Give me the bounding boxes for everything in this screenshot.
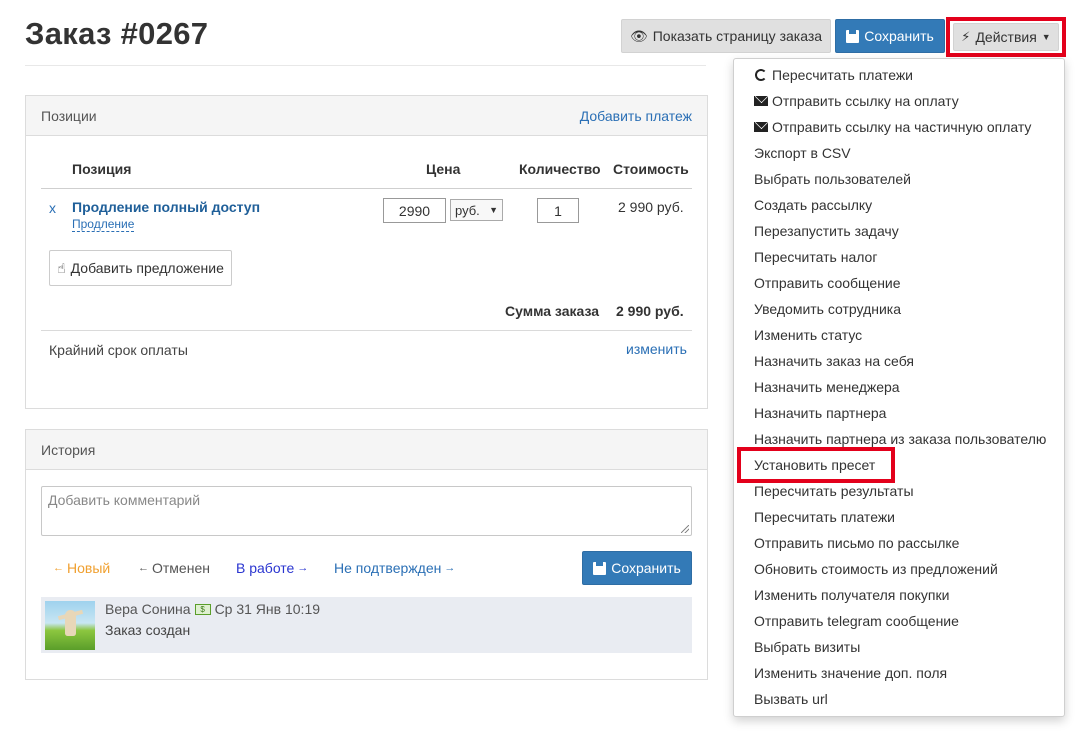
comment-textarea[interactable]: Добавить комментарий (41, 486, 692, 536)
menu-item-assign-to-self[interactable]: Назначить заказ на себя (734, 348, 1064, 374)
arrow-left-icon: ← (53, 562, 64, 574)
resize-grip-icon (681, 525, 689, 533)
column-cost: Стоимость (613, 161, 689, 177)
menu-item-recalculate-payments[interactable]: Пересчитать платежи (734, 62, 1064, 88)
position-sub-link[interactable]: Продление (72, 218, 135, 232)
floppy-icon (846, 29, 860, 43)
menu-item-change-extra-field[interactable]: Изменить значение доп. поля (734, 660, 1064, 686)
actions-dropdown-menu: Пересчитать платежи Отправить ссылку на … (733, 58, 1065, 717)
position-name-link[interactable]: Продление полный доступ (72, 199, 260, 215)
menu-item-recalculate-tax[interactable]: Пересчитать налог (734, 244, 1064, 270)
set-preset-highlight (737, 447, 895, 483)
add-payment-link[interactable]: Добавить платеж (580, 108, 692, 124)
add-offer-button[interactable]: ☝︎ Добавить предложение (49, 250, 232, 286)
avatar (45, 601, 95, 650)
menu-item-restart-task[interactable]: Перезапустить задачу (734, 218, 1064, 244)
order-total-value: 2 990 руб. (616, 303, 684, 319)
payment-deadline-label: Крайний срок оплаты (49, 342, 188, 358)
remove-position-button[interactable]: x (49, 200, 56, 216)
menu-item-assign-partner[interactable]: Назначить партнера (734, 400, 1064, 426)
hand-pointer-icon: ☝︎ (57, 259, 66, 276)
save-button-top[interactable]: Сохранить (835, 19, 945, 53)
history-author: Вера Сонина (105, 601, 191, 617)
menu-item-send-mailing-letter[interactable]: Отправить письмо по рассылке (734, 530, 1064, 556)
table-header-divider (41, 188, 692, 189)
title-divider (25, 65, 706, 66)
menu-item-select-visits[interactable]: Выбрать визиты (734, 634, 1064, 660)
position-cost: 2 990 руб. (618, 199, 684, 215)
money-icon: $ (194, 603, 211, 615)
arrow-right-icon: → (297, 562, 309, 574)
menu-item-select-users[interactable]: Выбрать пользователей (734, 166, 1064, 192)
menu-item-update-cost-from-offers[interactable]: Обновить стоимость из предложений (734, 556, 1064, 582)
order-total-label: Сумма заказа (505, 303, 600, 319)
column-price: Цена (426, 161, 461, 177)
save-status-button[interactable]: Сохранить (582, 551, 692, 585)
select-arrow-icon: ▼ (489, 205, 498, 215)
menu-item-change-recipient[interactable]: Изменить получателя покупки (734, 582, 1064, 608)
payment-deadline-change-link[interactable]: изменить (626, 341, 687, 357)
currency-select[interactable]: руб. ▼ (450, 199, 503, 221)
menu-item-change-status[interactable]: Изменить статус (734, 322, 1064, 348)
status-unconfirmed-link[interactable]: Не подтвержден → (334, 560, 455, 576)
column-position: Позиция (72, 161, 132, 177)
history-panel-heading: История (26, 430, 707, 470)
history-time: Ср 31 Янв 10:19 (214, 601, 321, 617)
quantity-input[interactable]: 1 (537, 198, 579, 223)
menu-item-call-url[interactable]: Вызвать url (734, 686, 1064, 712)
status-in-progress-link[interactable]: В работе → (236, 560, 308, 576)
envelope-icon (754, 94, 768, 108)
menu-item-notify-employee[interactable]: Уведомить сотрудника (734, 296, 1064, 322)
show-order-page-button[interactable]: 👁 Показать страницу заказа (621, 19, 831, 53)
positions-panel-heading: Позиции Добавить платеж (26, 96, 707, 136)
history-entry-text: Заказ создан (105, 622, 191, 638)
menu-item-send-telegram-message[interactable]: Отправить telegram сообщение (734, 608, 1064, 634)
menu-item-send-message[interactable]: Отправить сообщение (734, 270, 1064, 296)
status-new-link[interactable]: ← Новый (53, 560, 110, 576)
status-cancelled-link[interactable]: ← Отменен (138, 560, 210, 576)
page-title: Заказ #0267 (25, 16, 209, 51)
menu-item-export-csv[interactable]: Экспорт в CSV (734, 140, 1064, 166)
menu-item-send-partial-payment-link[interactable]: Отправить ссылку на частичную оплату (734, 114, 1064, 140)
history-panel-title: История (41, 441, 96, 458)
menu-item-recalculate-payments-2[interactable]: Пересчитать платежи (734, 504, 1064, 530)
refresh-icon (754, 68, 768, 82)
arrow-left-icon: ← (138, 562, 149, 574)
arrow-right-icon: → (444, 562, 456, 574)
total-divider (41, 330, 692, 331)
actions-button-highlight (946, 17, 1066, 57)
menu-item-send-payment-link[interactable]: Отправить ссылку на оплату (734, 88, 1064, 114)
history-entry-meta: Вера Сонина $ Ср 31 Янв 10:19 (105, 601, 320, 617)
floppy-icon (593, 561, 607, 575)
menu-item-create-mailing[interactable]: Создать рассылку (734, 192, 1064, 218)
eye-icon: 👁 (629, 27, 648, 44)
column-quantity: Количество (519, 161, 601, 177)
price-input[interactable]: 2990 (383, 198, 446, 223)
envelope-icon (754, 120, 768, 134)
menu-item-assign-manager[interactable]: Назначить менеджера (734, 374, 1064, 400)
positions-panel-title: Позиции (41, 107, 97, 124)
history-entry: Вера Сонина $ Ср 31 Янв 10:19 Заказ созд… (41, 597, 692, 653)
